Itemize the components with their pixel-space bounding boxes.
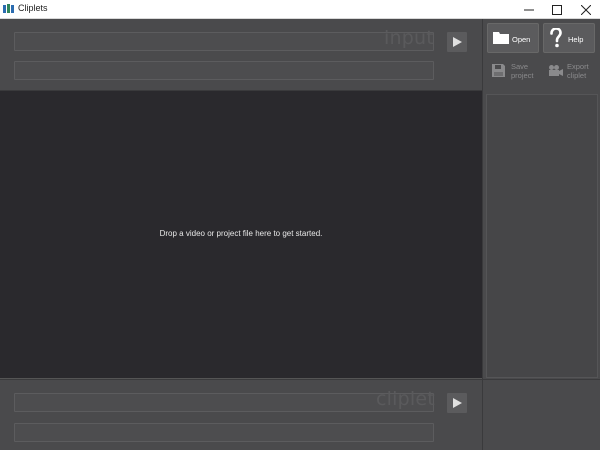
open-label: Open	[512, 35, 531, 44]
folder-icon	[493, 32, 509, 44]
help-button[interactable]: Help	[543, 23, 595, 53]
title-bar: Cliplets	[0, 0, 600, 19]
minimize-button[interactable]	[515, 0, 543, 19]
save-label-line2: project	[511, 71, 534, 80]
close-icon	[581, 5, 591, 15]
play-icon	[453, 37, 462, 47]
video-drop-area[interactable]: Drop a video or project file here to get…	[0, 91, 482, 379]
export-label-line2: cliplet	[567, 71, 587, 80]
help-label: Help	[568, 35, 584, 44]
app-icon	[3, 4, 14, 13]
layers-panel	[482, 91, 600, 379]
cliplet-panel: cliplet	[0, 379, 482, 450]
export-cliplet-label: Export cliplet	[567, 62, 589, 80]
save-project-label: Save project	[511, 62, 534, 80]
cliplet-play-button[interactable]	[447, 393, 467, 413]
input-range-track[interactable]	[14, 61, 434, 80]
input-panel: input	[0, 19, 482, 91]
cliplet-timeline-track[interactable]	[14, 393, 434, 412]
export-label-line1: Export	[567, 62, 589, 71]
drop-message: Drop a video or project file here to get…	[159, 229, 323, 238]
maximize-button[interactable]	[543, 0, 571, 19]
input-label: input	[384, 27, 434, 49]
right-bottom-panel	[482, 379, 600, 450]
close-button[interactable]	[572, 0, 600, 19]
cliplet-range-track[interactable]	[14, 423, 434, 442]
input-timeline-track[interactable]	[14, 32, 434, 51]
play-icon	[453, 398, 462, 408]
layers-list[interactable]	[486, 94, 598, 378]
save-label-line1: Save	[511, 62, 529, 71]
toolbar: Open Help Save project Export cliplet	[482, 19, 600, 91]
camera-icon	[549, 65, 563, 76]
minimize-icon	[524, 9, 534, 11]
question-icon	[550, 28, 562, 48]
export-cliplet-button[interactable]: Export cliplet	[543, 56, 595, 86]
open-button[interactable]: Open	[487, 23, 539, 53]
floppy-icon	[492, 64, 505, 77]
cliplet-label: cliplet	[376, 388, 435, 410]
maximize-icon	[552, 5, 562, 15]
input-play-button[interactable]	[447, 32, 467, 52]
window-title: Cliplets	[18, 3, 48, 13]
save-project-button[interactable]: Save project	[487, 56, 539, 86]
